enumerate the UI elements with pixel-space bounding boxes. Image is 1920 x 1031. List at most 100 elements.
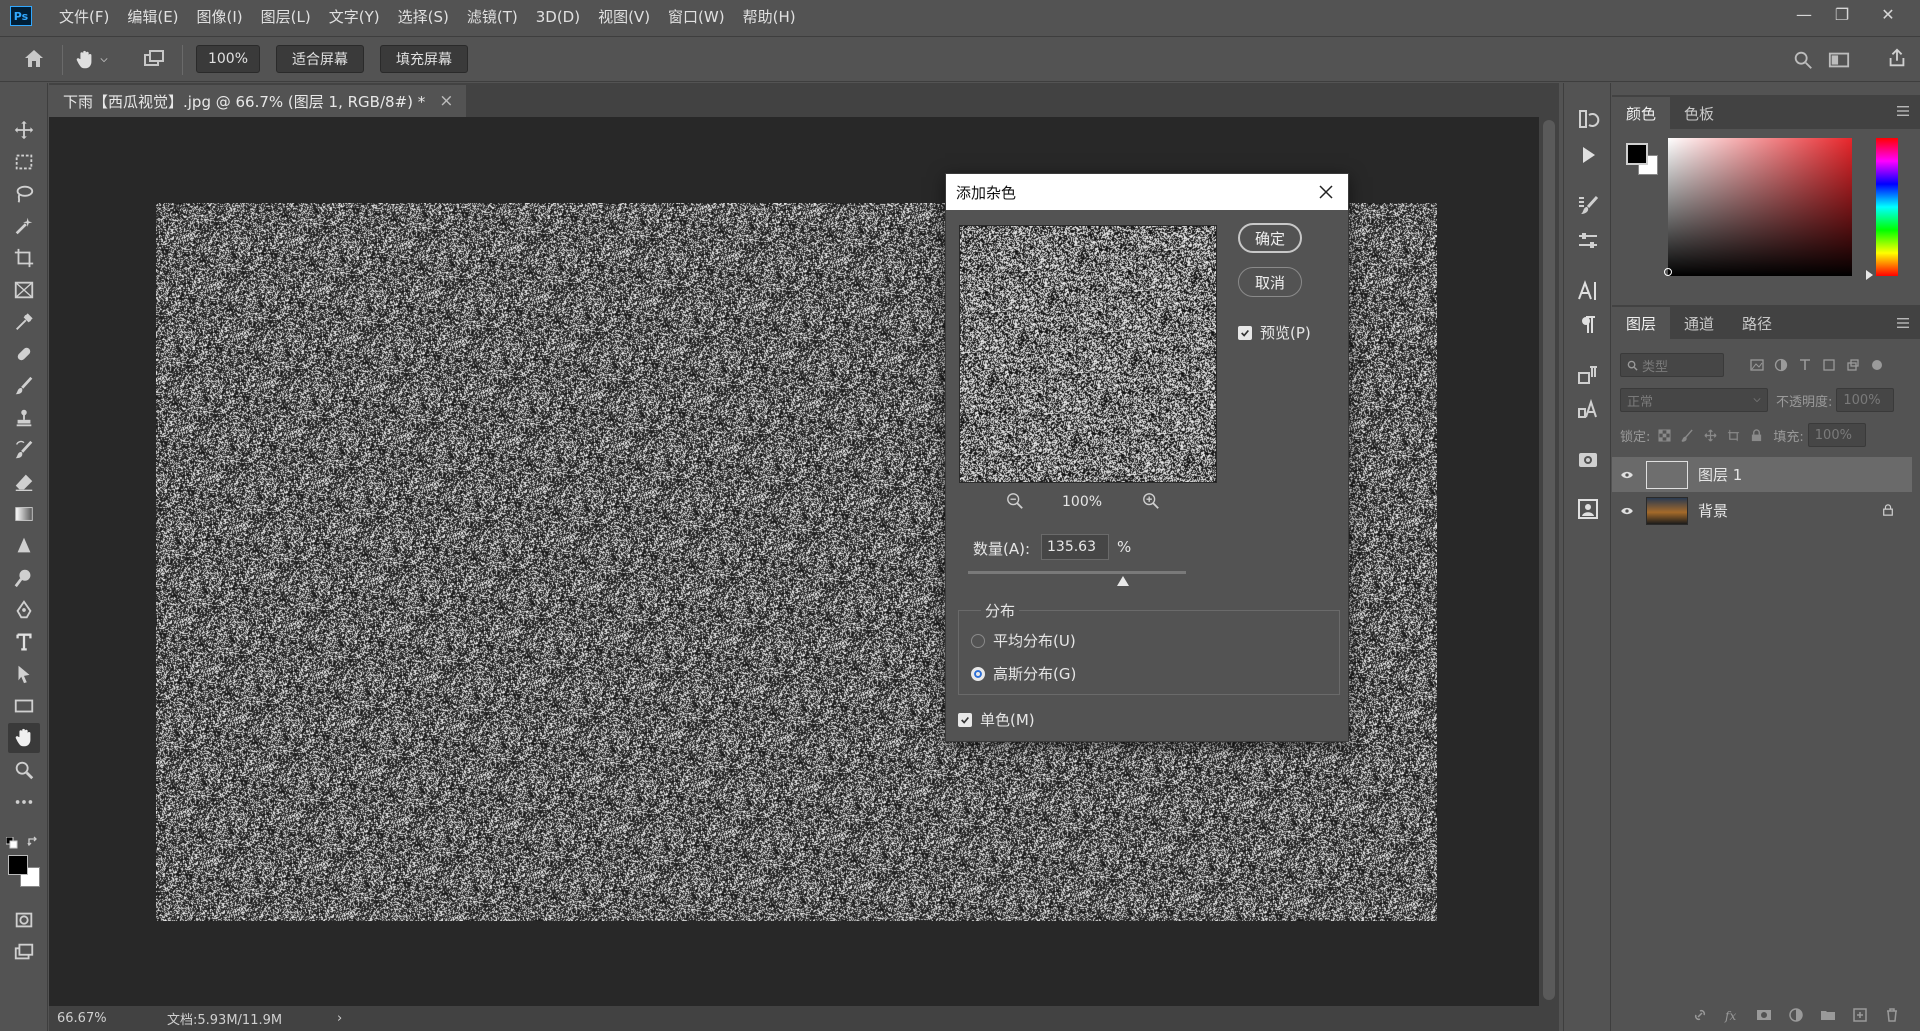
menu-layer[interactable]: 图层(L) <box>252 6 320 27</box>
zoom-in-icon[interactable] <box>1142 492 1164 514</box>
menu-help[interactable]: 帮助(H) <box>734 6 805 27</box>
color-field[interactable] <box>1668 138 1852 276</box>
minimize-button[interactable]: — <box>1784 0 1824 28</box>
panel-menu-icon[interactable] <box>1896 105 1912 119</box>
menu-image[interactable]: 图像(I) <box>188 6 252 27</box>
document-tab[interactable]: 下雨【西瓜视觉】.jpg @ 66.7% (图层 1, RGB/8#) * × <box>49 85 466 117</box>
amount-slider-handle[interactable] <box>1116 576 1129 586</box>
fit-screen-button[interactable]: 适合屏幕 <box>276 45 364 73</box>
status-zoom[interactable]: 66.67% <box>57 1011 157 1026</box>
hand-tool-preset-icon[interactable] <box>74 46 114 74</box>
monochrome-checkbox-row[interactable]: 单色(M) <box>958 709 1035 730</box>
visibility-eye-icon[interactable] <box>1612 470 1642 480</box>
dodge-tool-icon[interactable] <box>8 563 40 593</box>
character-icon[interactable] <box>1572 275 1604 307</box>
smart-object-filter-icon[interactable] <box>1846 358 1860 372</box>
menu-type[interactable]: 文字(Y) <box>320 6 389 27</box>
amount-slider-track[interactable] <box>968 571 1186 574</box>
layer-style-icon[interactable]: fx <box>1724 1007 1740 1023</box>
filter-toggle[interactable] <box>1872 360 1882 370</box>
fill-screen-button[interactable]: 填充屏幕 <box>380 45 468 73</box>
crop-tool-icon[interactable] <box>8 243 40 273</box>
camera-icon[interactable] <box>1572 443 1604 475</box>
default-colors-icon[interactable] <box>5 836 18 849</box>
blur-tool-icon[interactable] <box>8 531 40 561</box>
quick-mask-icon[interactable] <box>8 905 40 935</box>
menu-view[interactable]: 视图(V) <box>589 6 659 27</box>
layer-row[interactable]: 图层 1 <box>1612 457 1912 492</box>
new-group-icon[interactable] <box>1820 1007 1836 1023</box>
healing-brush-icon[interactable] <box>8 339 40 369</box>
menu-filter[interactable]: 滤镜(T) <box>458 6 527 27</box>
pen-tool-icon[interactable] <box>8 595 40 625</box>
adjustments-icon[interactable] <box>1572 225 1604 257</box>
fill-input[interactable]: 100% <box>1807 423 1866 447</box>
lock-position-icon[interactable] <box>1704 429 1717 442</box>
move-tool-icon[interactable] <box>8 115 40 145</box>
actions-play-icon[interactable] <box>1572 139 1604 171</box>
home-icon[interactable] <box>22 47 48 73</box>
tab-paths[interactable]: 路径 <box>1728 307 1786 339</box>
gradient-tool-icon[interactable] <box>8 499 40 529</box>
restore-button[interactable]: ❐ <box>1822 0 1862 28</box>
visibility-eye-icon[interactable] <box>1612 506 1642 516</box>
menu-window[interactable]: 窗口(W) <box>659 6 734 27</box>
ok-button[interactable]: 确定 <box>1238 223 1302 253</box>
lock-artboard-icon[interactable] <box>1727 429 1740 442</box>
amount-input[interactable]: 135.63 <box>1041 534 1109 560</box>
scrollbar-thumb[interactable] <box>1543 120 1555 1000</box>
eraser-tool-icon[interactable] <box>8 467 40 497</box>
hue-slider-handle[interactable] <box>1866 270 1873 280</box>
tab-channels[interactable]: 通道 <box>1670 307 1728 339</box>
gaussian-option[interactable]: 高斯分布(G) <box>971 663 1076 684</box>
layer-row[interactable]: 背景 <box>1612 493 1912 528</box>
layers-menu-icon[interactable] <box>1896 317 1912 331</box>
screen-mode-icon[interactable] <box>8 937 40 967</box>
uniform-radio[interactable] <box>971 633 985 648</box>
close-window-button[interactable]: ✕ <box>1868 0 1908 28</box>
preview-checkbox-row[interactable]: 预览(P) <box>1238 322 1311 343</box>
layer-name[interactable]: 图层 1 <box>1698 464 1742 485</box>
quick-select-tool-icon[interactable] <box>8 211 40 241</box>
type-filter-icon[interactable] <box>1798 358 1812 372</box>
monochrome-checkbox[interactable] <box>958 712 972 727</box>
layer-name[interactable]: 背景 <box>1698 500 1728 521</box>
menu-edit[interactable]: 编辑(E) <box>118 6 187 27</box>
more-tools-icon[interactable] <box>8 787 40 817</box>
properties-icon[interactable] <box>1572 493 1604 525</box>
type-tool-icon[interactable] <box>8 627 40 657</box>
dialog-titlebar[interactable]: 添加杂色 <box>946 174 1348 210</box>
character-styles-icon[interactable] <box>1572 393 1604 425</box>
zoom-100-button[interactable]: 100% <box>196 45 260 73</box>
marquee-tool-icon[interactable] <box>8 147 40 177</box>
lock-transparency-icon[interactable] <box>1658 428 1671 442</box>
history-icon[interactable] <box>1572 103 1604 135</box>
new-adjustment-icon[interactable] <box>1788 1007 1804 1023</box>
color-swatches[interactable] <box>8 855 42 889</box>
shape-filter-icon[interactable] <box>1822 358 1836 372</box>
delete-layer-icon[interactable] <box>1884 1007 1900 1023</box>
link-layers-icon[interactable] <box>1692 1007 1708 1023</box>
lasso-tool-icon[interactable] <box>8 179 40 209</box>
status-arrow[interactable]: › <box>337 1011 342 1026</box>
cancel-button[interactable]: 取消 <box>1238 267 1302 297</box>
preview-checkbox[interactable] <box>1238 325 1252 340</box>
share-icon[interactable] <box>1886 47 1910 71</box>
menu-file[interactable]: 文件(F) <box>50 6 118 27</box>
swap-colors-icon[interactable] <box>26 835 40 849</box>
dialog-close-icon[interactable] <box>1314 180 1338 204</box>
foreground-color-swatch[interactable] <box>1626 143 1648 165</box>
tab-layers[interactable]: 图层 <box>1612 307 1671 339</box>
pixel-filter-icon[interactable] <box>1750 358 1764 372</box>
lock-all-icon[interactable] <box>1750 428 1763 442</box>
scroll-all-windows-icon[interactable] <box>142 47 168 73</box>
zoom-tool-icon[interactable] <box>8 755 40 785</box>
history-brush-icon[interactable] <box>8 435 40 465</box>
hand-tool-icon[interactable] <box>8 723 40 753</box>
rectangle-tool-icon[interactable] <box>8 691 40 721</box>
document-tab-close[interactable]: × <box>439 91 453 111</box>
menu-3d[interactable]: 3D(D) <box>527 8 589 26</box>
adjustment-filter-icon[interactable] <box>1774 358 1788 372</box>
paragraph-styles-icon[interactable] <box>1572 359 1604 391</box>
new-layer-icon[interactable] <box>1852 1007 1868 1023</box>
